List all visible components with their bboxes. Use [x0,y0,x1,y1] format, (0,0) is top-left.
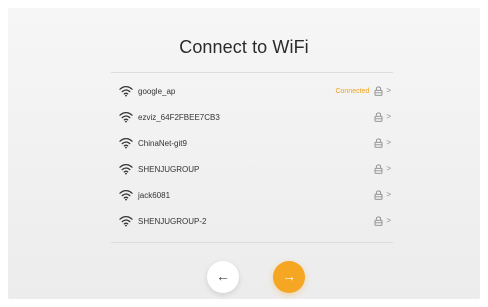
network-ssid: google_ap [138,86,176,96]
lock-icon [374,190,383,200]
wifi-icon [119,216,133,227]
wifi-network-row[interactable]: ChinaNet-git9 > [111,130,393,156]
network-row-right: > [374,104,391,130]
lock-icon [374,112,383,122]
wifi-icon [119,86,133,97]
bottom-divider [111,242,393,243]
wifi-icon [119,112,133,123]
wifi-network-row[interactable]: ezviz_64F2FBEE7CB3 > [111,104,393,130]
wifi-network-row[interactable]: SHENJUGROUP > [111,156,393,182]
lock-icon [374,216,383,226]
network-row-right: > [374,130,391,156]
wifi-network-row[interactable]: jack6081 > [111,182,393,208]
connection-status: Connected [335,87,370,95]
next-button[interactable]: → [273,261,305,293]
wifi-network-row[interactable]: SHENJUGROUP-2 > [111,208,393,234]
wifi-icon [119,138,133,149]
wifi-icon [119,164,133,175]
chevron-right-icon: > [386,138,391,147]
network-row-right: > [374,156,391,182]
network-row-right: > [374,182,391,208]
chevron-right-icon: > [386,112,391,121]
arrow-right-icon: → [282,268,296,284]
lock-icon [374,164,383,174]
wifi-network-row[interactable]: google_ap Connected > [111,78,393,104]
chevron-right-icon: > [386,190,391,199]
page-title: Connect to WiFi [179,37,309,57]
back-button[interactable]: ← [207,261,239,293]
chevron-right-icon: > [386,164,391,173]
network-ssid: SHENJUGROUP-2 [138,216,207,226]
network-row-right: Connected > [335,78,391,104]
wifi-network-list: google_ap Connected > ezviz_64F2FBEE7CB3 [111,78,393,234]
wifi-setup-screen: Connect to WiFi google_ap Connected > ez… [8,8,480,299]
network-row-right: > [374,208,391,234]
network-ssid: SHENJUGROUP [138,164,200,174]
network-ssid: jack6081 [138,190,171,200]
chevron-right-icon: > [386,86,391,95]
network-ssid: ChinaNet-git9 [138,138,187,148]
arrow-left-icon: ← [216,268,230,284]
wifi-icon [119,190,133,201]
lock-icon [374,138,383,148]
chevron-right-icon: > [386,216,391,225]
lock-icon [374,86,383,96]
top-divider [111,72,393,73]
network-ssid: ezviz_64F2FBEE7CB3 [138,112,220,122]
